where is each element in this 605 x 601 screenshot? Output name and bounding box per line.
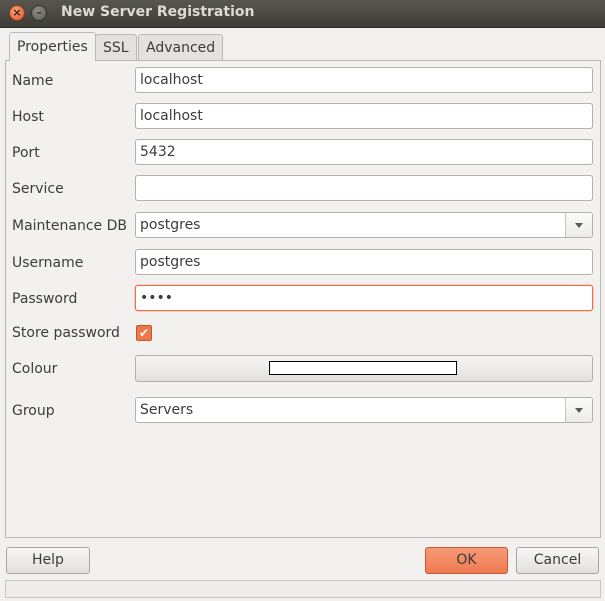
tab-properties[interactable]: Properties xyxy=(9,32,96,61)
store-password-label: Store password xyxy=(12,325,120,341)
password-label: Password xyxy=(12,291,78,307)
tab-advanced[interactable]: Advanced xyxy=(138,34,224,60)
help-button[interactable]: Help xyxy=(6,547,90,574)
maintenance-db-combo[interactable]: postgres xyxy=(135,212,593,238)
colour-picker-button[interactable] xyxy=(135,355,593,382)
chevron-down-icon xyxy=(575,407,583,413)
group-combo[interactable]: Servers xyxy=(135,397,593,423)
minimize-icon[interactable]: – xyxy=(31,5,47,21)
host-label: Host xyxy=(12,109,44,125)
service-label: Service xyxy=(12,181,64,197)
close-icon[interactable]: × xyxy=(9,5,25,21)
tab-ssl[interactable]: SSL xyxy=(95,34,137,60)
window-title: New Server Registration xyxy=(61,4,255,20)
colour-label: Colour xyxy=(12,361,58,377)
colour-swatch xyxy=(269,361,457,375)
checkmark-icon: ✔ xyxy=(138,326,150,340)
name-input[interactable]: localhost xyxy=(135,67,593,93)
group-value: Servers xyxy=(140,402,194,418)
maintenance-db-value: postgres xyxy=(140,217,201,233)
username-label: Username xyxy=(12,255,84,271)
host-input[interactable]: localhost xyxy=(135,103,593,129)
dropdown-button[interactable] xyxy=(565,398,592,422)
port-label: Port xyxy=(12,145,40,161)
status-bar xyxy=(5,580,601,598)
title-bar: × – New Server Registration xyxy=(0,0,605,28)
name-label: Name xyxy=(12,73,54,89)
service-input[interactable] xyxy=(135,175,593,201)
ok-button[interactable]: OK xyxy=(425,547,508,574)
group-label: Group xyxy=(12,403,55,419)
dropdown-button[interactable] xyxy=(565,213,592,237)
port-input[interactable]: 5432 xyxy=(135,139,593,165)
password-input[interactable]: •••• xyxy=(135,285,593,311)
store-password-checkbox[interactable]: ✔ xyxy=(136,325,152,341)
chevron-down-icon xyxy=(575,222,583,228)
username-input[interactable]: postgres xyxy=(135,249,593,275)
cancel-button[interactable]: Cancel xyxy=(516,547,599,574)
maintenance-db-label: Maintenance DB xyxy=(12,218,127,234)
